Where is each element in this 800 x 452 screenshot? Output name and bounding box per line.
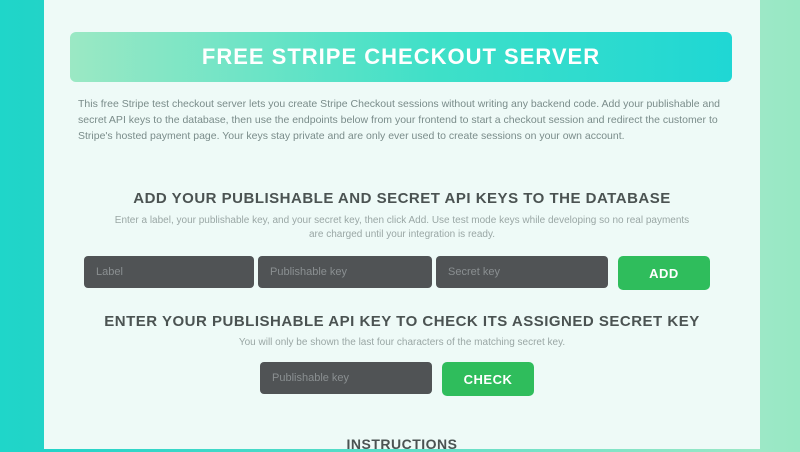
add-keys-button[interactable]: ADD	[618, 256, 710, 290]
check-publishable-key-input[interactable]	[260, 362, 432, 394]
label-input[interactable]	[84, 256, 254, 288]
main-panel: FREE STRIPE CHECKOUT SERVER This free St…	[44, 0, 760, 452]
page-title: FREE STRIPE CHECKOUT SERVER	[201, 44, 601, 69]
secret-key-input[interactable]	[436, 256, 608, 288]
check-key-heading: ENTER YOUR PUBLISHABLE API KEY TO CHECK …	[104, 313, 700, 330]
check-key-description: You will only be shown the last four cha…	[238, 337, 566, 348]
instructions-heading: INSTRUCTIONS	[346, 436, 458, 452]
publishable-key-input[interactable]	[258, 256, 432, 288]
intro-text: This free Stripe test checkout server le…	[78, 98, 721, 142]
add-keys-heading: ADD YOUR PUBLISHABLE AND SECRET API KEYS…	[133, 190, 671, 207]
add-keys-description: Enter a label, your publishable key, and…	[114, 215, 690, 240]
check-key-button[interactable]: CHECK	[442, 362, 534, 396]
page-banner: FREE STRIPE CHECKOUT SERVER	[70, 32, 732, 82]
